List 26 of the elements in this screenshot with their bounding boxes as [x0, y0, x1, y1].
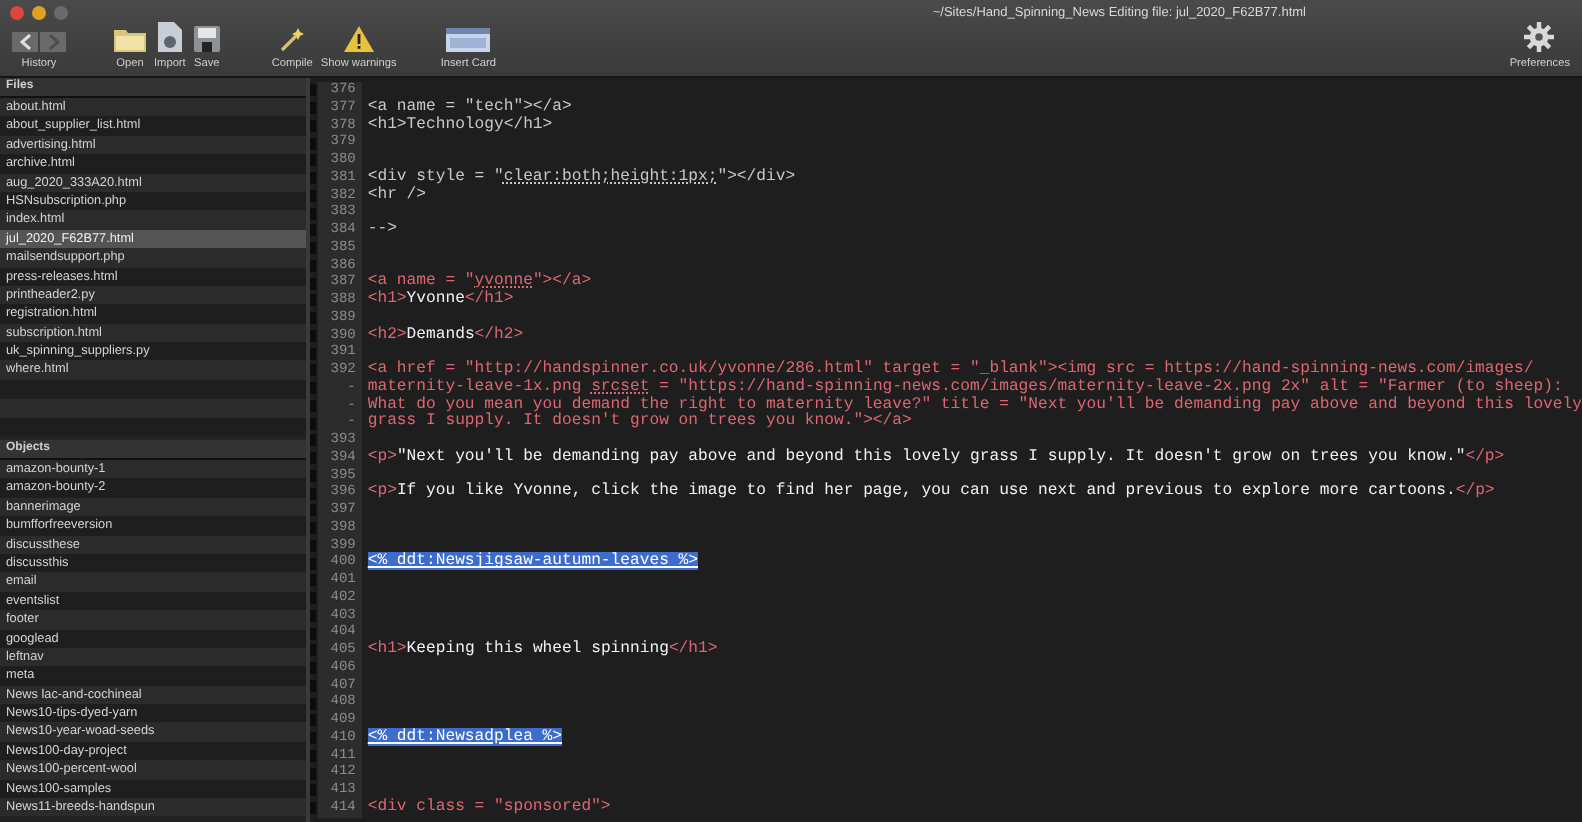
code-line: <a name = "yvonne"></a> — [367, 274, 592, 291]
code-line: What do you mean you demand the right to maternity leave?" title = "Next you'll be demanding pay above and beyond this lovely — [367, 397, 1582, 413]
document-icon — [157, 22, 182, 52]
code-line: <div style = "clear:both;height:1px;"></div> — [367, 169, 796, 186]
code-line: <a name = "tech"></a> — [367, 99, 572, 116]
code-line: grass I supply. It doesn't grow on trees you know."></a> — [367, 414, 912, 433]
warning-icon — [343, 26, 374, 52]
code-line: maternity-leave-1x.png srcset = "https://hand-spinning-news.com/images/maternity-leave-2x.png 2x" alt = "Farmer (to sheep): — [367, 379, 1563, 396]
code-line: <p>If you like Yvonne, click the image to find her page, you can use next and previous to explore more cartoons.</p> — [367, 484, 1495, 503]
minimize-button[interactable] — [32, 6, 46, 20]
folder-icon — [114, 26, 146, 52]
code-line: <h1>Yvonne</h1> — [367, 292, 514, 310]
code-line: <h1>Keeping this wheel spinning</h1> — [367, 642, 718, 660]
card-icon — [446, 28, 491, 52]
code-line: <p>"Next you'll be demanding pay above and beyond this lovely grass I supply. It doesn't grow on trees you know."</p> — [367, 449, 1505, 468]
code-line: --> — [367, 222, 397, 240]
wand-icon — [280, 28, 305, 52]
close-button[interactable] — [10, 6, 24, 20]
code-line: <hr /> — [367, 187, 427, 205]
code-line: <a href = "http://handspinner.co.uk/yvonne/286.html" target = "_blank"><img src = https://hand-spinning-news.com/images/ — [367, 362, 1534, 378]
settings-icon — [1524, 22, 1555, 52]
zoom-button[interactable] — [54, 6, 68, 20]
back-button[interactable] — [12, 32, 38, 52]
code-line: <h2>Demands</h2> — [367, 327, 524, 345]
code-line: <h1>Technology</h1> — [367, 117, 553, 135]
code-line: <div class = "sponsored"> — [367, 799, 611, 818]
